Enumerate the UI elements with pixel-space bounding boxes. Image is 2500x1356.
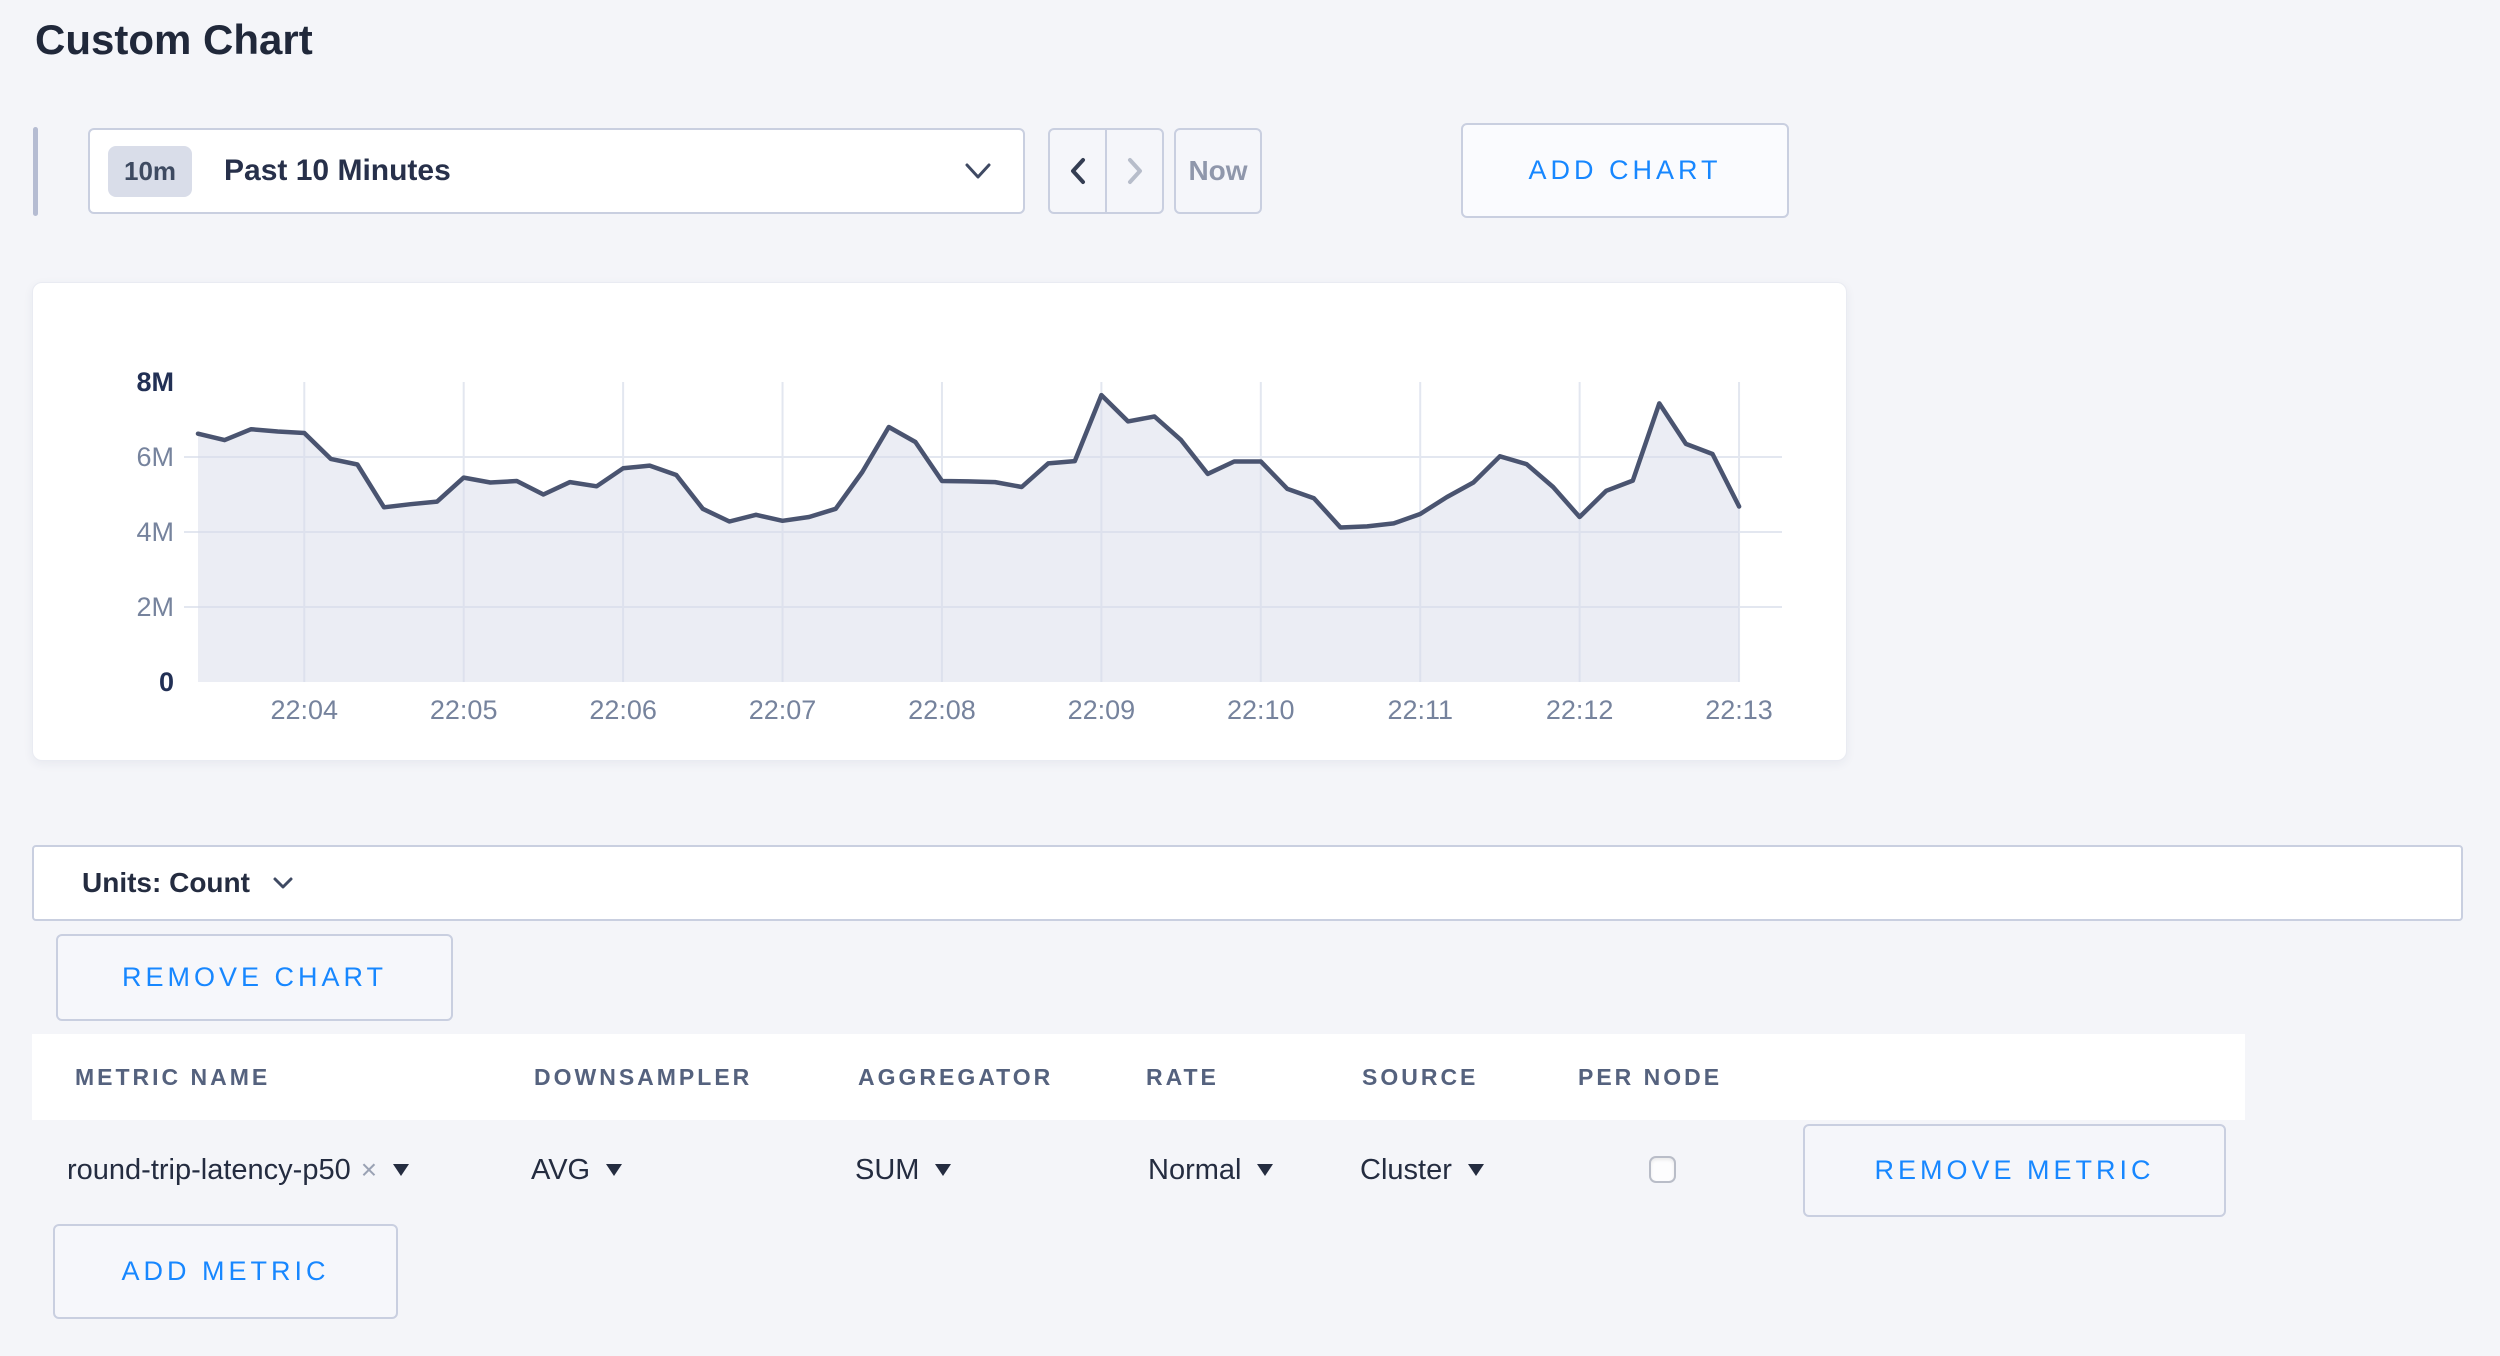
y-axis-tick-label: 4M xyxy=(33,515,174,549)
dropdown-caret-icon xyxy=(935,1164,951,1176)
dropdown-caret-icon xyxy=(1257,1164,1273,1176)
y-axis-tick-label: 2M xyxy=(33,590,174,624)
x-axis-tick-label: 22:13 xyxy=(1679,695,1799,726)
prev-time-button[interactable] xyxy=(1050,130,1107,212)
col-header-rate: RATE xyxy=(1146,1034,1219,1120)
page-title: Custom Chart xyxy=(35,16,313,64)
y-axis-tick-label: 6M xyxy=(33,440,174,474)
time-range-badge: 10m xyxy=(108,146,192,197)
col-header-source: SOURCE xyxy=(1362,1034,1478,1120)
metric-row: round-trip-latency-p50 × AVG SUM Normal … xyxy=(0,1120,2500,1220)
x-axis-tick-label: 22:10 xyxy=(1201,695,1321,726)
time-range-label: Past 10 Minutes xyxy=(224,154,963,188)
source-value: Cluster xyxy=(1360,1154,1452,1187)
remove-chart-button[interactable]: REMOVE CHART xyxy=(56,934,453,1021)
x-axis-tick-label: 22:11 xyxy=(1360,695,1480,726)
source-dropdown[interactable]: Cluster xyxy=(1360,1120,1484,1220)
plot-area[interactable] xyxy=(184,382,1782,682)
time-pager xyxy=(1048,128,1164,214)
x-axis-tick-label: 22:09 xyxy=(1041,695,1161,726)
clear-metric-icon[interactable]: × xyxy=(361,1154,377,1186)
x-axis-tick-label: 22:12 xyxy=(1520,695,1640,726)
chevron-down-icon xyxy=(272,875,294,891)
col-header-downsampler: DOWNSAMPLER xyxy=(534,1034,752,1120)
per-node-checkbox[interactable] xyxy=(1649,1156,1676,1183)
remove-metric-button[interactable]: REMOVE METRIC xyxy=(1803,1124,2226,1217)
y-axis-tick-label: 0 xyxy=(33,665,174,699)
aggregator-value: SUM xyxy=(855,1154,919,1187)
x-axis-tick-label: 22:05 xyxy=(404,695,524,726)
chevron-left-icon xyxy=(1064,154,1092,188)
downsampler-value: AVG xyxy=(531,1154,590,1187)
metrics-table-header: METRIC NAME DOWNSAMPLER AGGREGATOR RATE … xyxy=(32,1034,2245,1120)
x-axis-tick-label: 22:04 xyxy=(244,695,364,726)
rate-dropdown[interactable]: Normal xyxy=(1148,1120,1273,1220)
aggregator-dropdown[interactable]: SUM xyxy=(855,1120,951,1220)
dropdown-caret-icon xyxy=(393,1164,409,1176)
col-header-metric-name: METRIC NAME xyxy=(75,1034,270,1120)
rate-value: Normal xyxy=(1148,1154,1241,1187)
col-header-per-node: PER NODE xyxy=(1578,1034,1722,1120)
y-axis-tick-label: 8M xyxy=(33,365,174,399)
chevron-down-icon xyxy=(963,160,993,182)
downsampler-dropdown[interactable]: AVG xyxy=(531,1120,622,1220)
now-button[interactable]: Now xyxy=(1174,128,1262,214)
chart-x-axis: 22:04 22:05 22:06 22:07 22:08 22:09 22:10 22:11… xyxy=(184,695,1782,735)
units-selector[interactable]: Units: Count xyxy=(32,845,2463,921)
add-chart-button[interactable]: ADD CHART xyxy=(1461,123,1789,218)
chart-y-axis: 02M4M6M8M xyxy=(33,382,174,682)
dropdown-caret-icon xyxy=(606,1164,622,1176)
metric-name-dropdown[interactable]: round-trip-latency-p50 × xyxy=(67,1120,409,1220)
units-label: Units: Count xyxy=(82,867,250,899)
metric-name-value: round-trip-latency-p50 xyxy=(67,1154,351,1187)
chevron-right-icon xyxy=(1121,154,1149,188)
chart-card: 0 2M 4M 6M 8M 22:04 22:05 22:06 22:07 22:08 22:09… xyxy=(32,282,1847,761)
next-time-button[interactable] xyxy=(1107,130,1162,212)
toolbar-left-divider xyxy=(33,127,38,216)
time-range-selector[interactable]: 10m Past 10 Minutes xyxy=(88,128,1025,214)
x-axis-tick-label: 22:06 xyxy=(563,695,683,726)
x-axis-tick-label: 22:07 xyxy=(723,695,843,726)
add-metric-button[interactable]: ADD METRIC xyxy=(53,1224,398,1319)
x-axis-tick-label: 22:08 xyxy=(882,695,1002,726)
col-header-aggregator: AGGREGATOR xyxy=(858,1034,1053,1120)
dropdown-caret-icon xyxy=(1468,1164,1484,1176)
